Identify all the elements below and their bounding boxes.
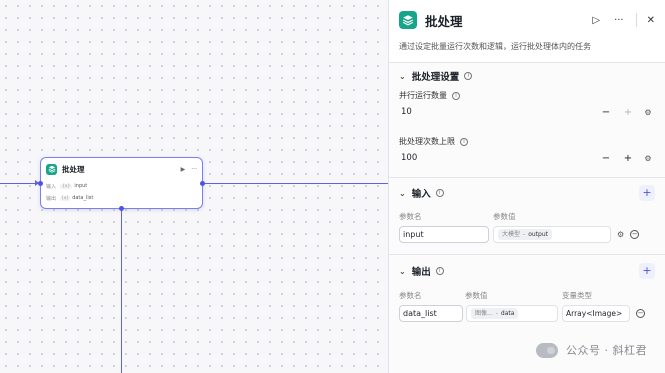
gear-icon[interactable]: ⚙ xyxy=(641,154,655,163)
input-param-ref[interactable]: 大模型 - output xyxy=(493,225,611,243)
node-body-port[interactable] xyxy=(119,206,124,211)
node-title: 批处理 xyxy=(62,164,85,174)
output-param-ref[interactable]: 图像... - data xyxy=(466,304,558,322)
decrement-button[interactable]: − xyxy=(599,153,613,164)
output-param-name[interactable]: data_list xyxy=(399,304,463,322)
info-icon[interactable]: i xyxy=(435,267,444,275)
batch-body-edge xyxy=(121,209,122,373)
add-output-button[interactable]: + xyxy=(639,263,655,279)
gear-icon[interactable]: ⚙ xyxy=(617,230,624,239)
ref-source: 大模型 xyxy=(502,230,521,238)
chevron-down-icon[interactable]: ⌄ xyxy=(399,267,406,276)
concurrency-value[interactable]: 10 xyxy=(399,107,591,117)
panel-description: 通过设定批量运行次数和逻辑，运行批处理体内的任务 xyxy=(389,40,665,62)
add-input-button[interactable]: + xyxy=(639,185,655,201)
concurrency-stepper[interactable]: 10 − + ⚙ xyxy=(399,103,655,121)
run-icon[interactable]: ▷ xyxy=(592,15,600,26)
decrement-button[interactable]: − xyxy=(599,107,613,118)
output-param-row: data_list 图像... - data Array<Image> − xyxy=(399,303,655,323)
node-output-port[interactable] xyxy=(200,181,205,186)
node-output-tag: [x] xyxy=(60,195,71,201)
wechat-icon xyxy=(536,342,558,358)
input-col-name: 参数名 xyxy=(399,211,422,221)
gear-icon[interactable]: ⚙ xyxy=(641,108,655,117)
increment-button[interactable]: + xyxy=(621,153,635,164)
batch-layers-icon xyxy=(46,163,57,175)
batch-layers-icon xyxy=(399,11,417,29)
workflow-canvas[interactable]: 批处理 ▶ ··· 输入 {x} input 输出 [x] data_list xyxy=(0,0,388,373)
node-input-value: input xyxy=(74,183,88,189)
input-col-value: 参数值 xyxy=(493,211,516,221)
output-col-value: 参数值 xyxy=(465,290,488,300)
settings-title: 批处理设置 xyxy=(411,72,460,83)
info-icon[interactable]: i xyxy=(464,72,473,80)
input-param-name[interactable]: input xyxy=(399,225,489,243)
node-run-icon[interactable]: ▶ xyxy=(181,166,186,173)
info-icon[interactable]: i xyxy=(452,92,460,100)
remove-row-icon[interactable]: − xyxy=(636,308,645,318)
watermark-text: 公众号 · 斜杠君 xyxy=(566,344,647,357)
node-input-label: 输入 xyxy=(46,183,57,190)
batch-limit-label: 批处理次数上限 xyxy=(399,137,455,146)
output-type-select[interactable]: Array<Image> xyxy=(562,304,630,322)
output-col-name: 参数名 xyxy=(399,290,422,300)
node-input-tag: {x} xyxy=(60,183,73,189)
info-icon[interactable]: i xyxy=(460,138,468,146)
panel-title: 批处理 xyxy=(425,13,463,29)
node-output-value: data_list xyxy=(72,195,94,201)
chevron-down-icon[interactable]: ⌄ xyxy=(399,72,406,81)
batch-limit-value[interactable]: 100 xyxy=(399,153,591,163)
more-icon[interactable]: ··· xyxy=(614,15,624,26)
ref-variable: output xyxy=(528,230,548,238)
node-input-port[interactable] xyxy=(38,181,43,186)
ref-separator: - xyxy=(523,230,526,238)
settings-section: ⌄ 批处理设置 i 并行运行数量 i 10 − + ⚙ 批处理次数上限 i 10… xyxy=(389,62,665,167)
outgoing-edge xyxy=(203,183,388,184)
node-more-icon[interactable]: ··· xyxy=(191,166,197,173)
concurrency-label: 并行运行数量 xyxy=(399,91,447,100)
output-col-type: 变量类型 xyxy=(562,290,592,300)
chevron-down-icon[interactable]: ⌄ xyxy=(399,189,406,198)
node-output-label: 输出 xyxy=(46,195,57,202)
node-output-row: 输出 [x] data_list xyxy=(41,192,202,204)
close-icon[interactable]: ✕ xyxy=(647,15,655,26)
watermark: 公众号 · 斜杠君 xyxy=(536,342,647,358)
batch-limit-stepper[interactable]: 100 − + ⚙ xyxy=(399,149,655,167)
ref-variable: data xyxy=(500,309,515,317)
header-divider xyxy=(635,13,637,27)
output-title: 输出 xyxy=(411,267,431,278)
input-title: 输入 xyxy=(411,189,431,200)
ref-separator: - xyxy=(495,309,498,317)
remove-row-icon[interactable]: − xyxy=(630,229,640,239)
input-param-row: input 大模型 - output ⚙ − xyxy=(399,224,655,244)
output-section: ⌄ 输出 i + 参数名 参数值 变量类型 data_list 图像... - … xyxy=(389,254,665,323)
batch-node[interactable]: 批处理 ▶ ··· 输入 {x} input 输出 [x] data_list xyxy=(40,157,203,209)
increment-button[interactable]: + xyxy=(621,107,635,118)
input-section: ⌄ 输入 i + 参数名 参数值 input 大模型 - output ⚙ − xyxy=(389,177,665,254)
info-icon[interactable]: i xyxy=(435,189,444,197)
node-settings-panel: 批处理 ▷ ··· ✕ 通过设定批量运行次数和逻辑，运行批处理体内的任务 ⌄ 批… xyxy=(388,0,665,373)
ref-source: 图像... xyxy=(475,309,493,317)
node-input-row: 输入 {x} input xyxy=(41,180,202,192)
incoming-edge xyxy=(0,183,40,184)
